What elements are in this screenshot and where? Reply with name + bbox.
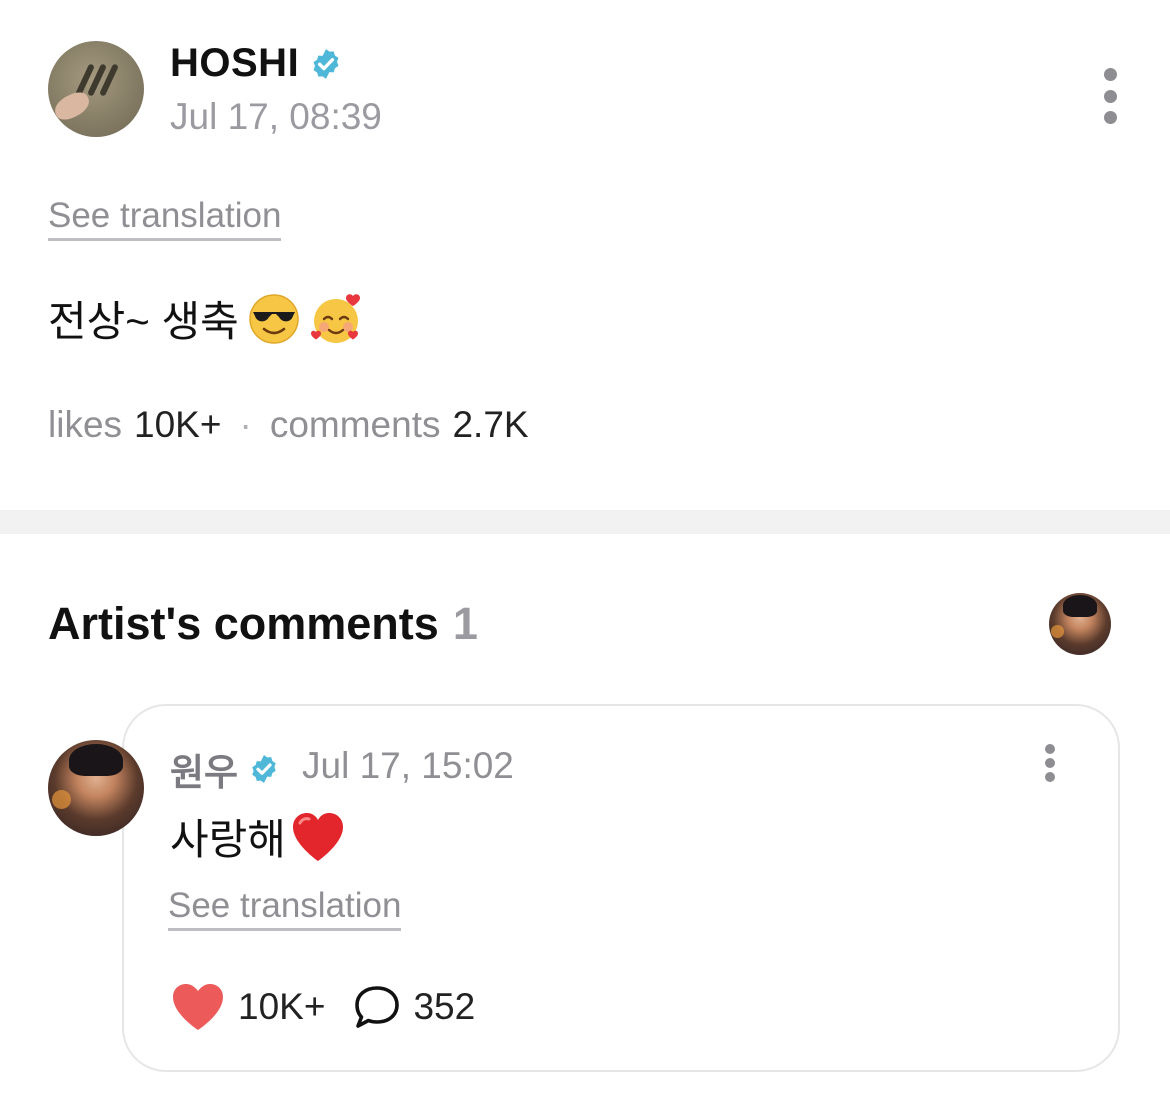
author-name[interactable]: HOSHI bbox=[170, 41, 299, 86]
artist-comments-title: Artist's comments bbox=[48, 598, 439, 649]
comments-count[interactable]: 2.7K bbox=[452, 404, 528, 446]
more-options-icon[interactable] bbox=[1100, 68, 1120, 124]
see-translation-link[interactable]: See translation bbox=[48, 196, 282, 242]
section-divider bbox=[0, 510, 1170, 534]
red-heart-icon bbox=[292, 812, 343, 861]
comment-body: 사랑해 bbox=[170, 806, 346, 867]
verified-badge-icon bbox=[252, 755, 276, 783]
smiling-face-with-sunglasses-icon bbox=[249, 293, 299, 344]
post-text: 전상~ 생축 bbox=[48, 298, 239, 345]
post-body: 전상~ 생축 bbox=[48, 288, 363, 349]
post-timestamp: Jul 17, 08:39 bbox=[170, 96, 382, 137]
verified-badge-icon bbox=[313, 48, 339, 79]
comment-more-options-icon[interactable] bbox=[1040, 744, 1060, 782]
artist-comments-count: 1 bbox=[452, 598, 478, 649]
like-heart-icon[interactable] bbox=[170, 982, 226, 1032]
likes-label: likes bbox=[48, 404, 123, 445]
comment-text: 사랑해 bbox=[170, 816, 286, 863]
comment-see-translation-link[interactable]: See translation bbox=[168, 886, 402, 932]
likes-count[interactable]: 10K+ bbox=[134, 404, 221, 446]
smiling-face-with-hearts-icon bbox=[310, 293, 360, 343]
reply-bubble-icon[interactable] bbox=[353, 984, 401, 1030]
comment-author-avatar[interactable] bbox=[48, 740, 144, 836]
comment-author[interactable]: 원우 bbox=[170, 742, 280, 796]
comment-like-count[interactable]: 10K+ bbox=[238, 986, 325, 1028]
artist-filter-avatar[interactable] bbox=[1049, 593, 1111, 655]
comment-reply-count[interactable]: 352 bbox=[413, 986, 475, 1028]
comment-timestamp: Jul 17, 15:02 bbox=[302, 745, 514, 786]
comment-actions: 10K+ 352 bbox=[170, 982, 475, 1032]
post-stats: likes 10K+ · comments 2.7K bbox=[48, 404, 529, 446]
comments-label: comments bbox=[269, 404, 441, 445]
post: HOSHI Jul 17, 08:39 See translation 전상~ … bbox=[0, 0, 1170, 510]
artist-comments-header: Artist's comments 1 bbox=[48, 598, 478, 650]
stats-separator: · bbox=[239, 404, 252, 445]
hoshi-avatar[interactable] bbox=[48, 41, 144, 137]
post-author[interactable]: HOSHI bbox=[170, 41, 343, 86]
comment-author-name[interactable]: 원우 bbox=[170, 742, 238, 796]
